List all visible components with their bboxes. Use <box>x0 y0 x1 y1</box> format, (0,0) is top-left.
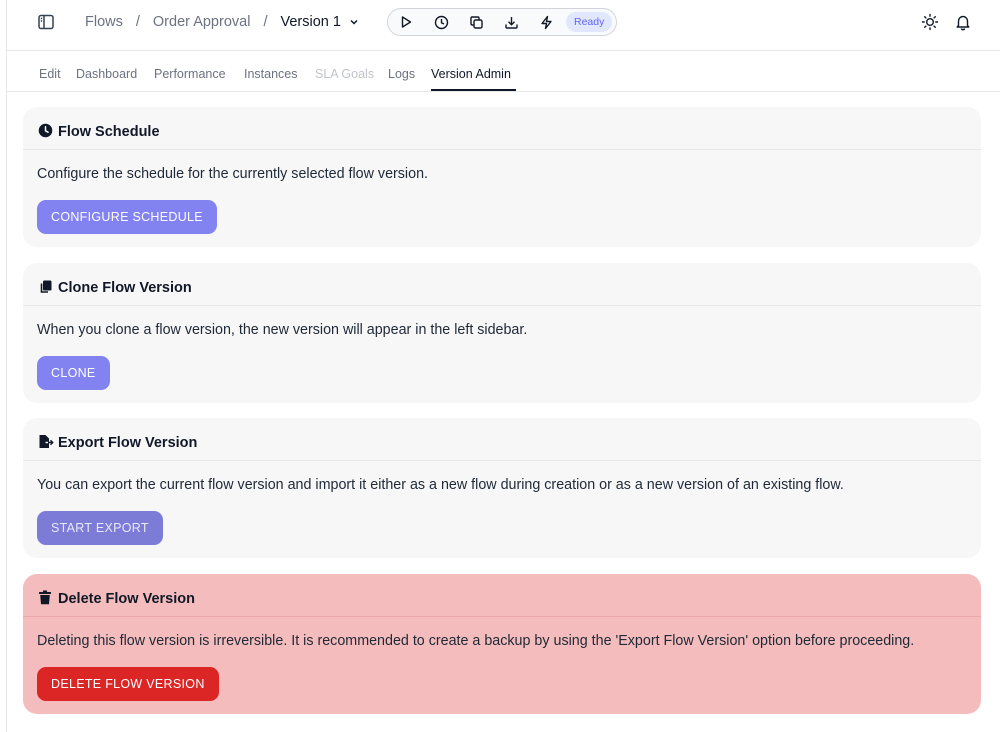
clone-button[interactable]: CLONE <box>37 356 110 390</box>
card-header: Delete Flow Version <box>23 574 981 617</box>
active-tab-indicator <box>431 89 516 91</box>
card-title: Clone Flow Version <box>58 280 192 296</box>
version-selector[interactable]: Version 1 <box>280 14 358 30</box>
tab-version-admin[interactable]: Version Admin <box>431 67 511 81</box>
delete-flow-version-card: Delete Flow Version Deleting this flow v… <box>23 574 981 714</box>
flow-toolbar: Ready <box>387 8 617 36</box>
card-header: Export Flow Version <box>23 418 981 461</box>
card-header: Clone Flow Version <box>23 263 981 306</box>
card-title: Flow Schedule <box>58 124 160 140</box>
card-description: Configure the schedule for the currently… <box>37 166 428 182</box>
copy-icon[interactable] <box>468 14 484 30</box>
lightning-icon[interactable] <box>538 14 554 30</box>
tab-sla-goals: SLA Goals <box>315 67 375 81</box>
flow-schedule-card: Flow Schedule Configure the schedule for… <box>23 107 981 247</box>
breadcrumb-separator: / <box>263 14 268 30</box>
breadcrumb: Flows / Order Approval / Version 1 <box>85 14 359 30</box>
version-selector-label: Version 1 <box>280 14 341 30</box>
play-icon[interactable] <box>398 14 414 30</box>
app-frame: Flows / Order Approval / Version 1 Ready… <box>6 0 1000 732</box>
breadcrumb-order-approval[interactable]: Order Approval <box>153 14 251 30</box>
card-description: You can export the current flow version … <box>37 477 844 493</box>
chevron-down-icon <box>350 19 358 25</box>
bell-icon[interactable] <box>954 13 972 31</box>
tab-performance[interactable]: Performance <box>154 67 226 81</box>
card-description: Deleting this flow version is irreversib… <box>37 633 915 649</box>
status-badge: Ready <box>566 12 613 32</box>
sidebar-toggle-icon[interactable] <box>37 13 55 31</box>
clock-icon <box>38 123 53 138</box>
export-flow-version-card: Export Flow Version You can export the c… <box>23 418 981 558</box>
tab-logs[interactable]: Logs <box>388 67 415 81</box>
card-description: When you clone a flow version, the new v… <box>37 322 528 338</box>
copy-icon <box>38 279 53 294</box>
download-icon[interactable] <box>503 14 519 30</box>
tab-instances[interactable]: Instances <box>244 67 298 81</box>
tab-dashboard[interactable]: Dashboard <box>76 67 137 81</box>
breadcrumb-separator: / <box>135 14 140 30</box>
trash-icon <box>38 590 53 605</box>
sun-icon[interactable] <box>921 13 939 31</box>
clone-flow-version-card: Clone Flow Version When you clone a flow… <box>23 263 981 403</box>
configure-schedule-button[interactable]: CONFIGURE SCHEDULE <box>37 200 217 234</box>
breadcrumb-flows[interactable]: Flows <box>85 14 123 30</box>
file-export-icon <box>38 434 54 449</box>
tab-edit[interactable]: Edit <box>39 67 61 81</box>
top-header: Flows / Order Approval / Version 1 Ready <box>7 0 1000 51</box>
tab-bar: Edit Dashboard Performance Instances SLA… <box>7 52 1000 92</box>
start-export-button[interactable]: START EXPORT <box>37 511 163 545</box>
card-title: Export Flow Version <box>58 435 198 451</box>
clock-icon[interactable] <box>433 14 449 30</box>
card-title: Delete Flow Version <box>58 591 195 607</box>
delete-flow-version-button[interactable]: DELETE FLOW VERSION <box>37 667 219 701</box>
card-header: Flow Schedule <box>23 107 981 150</box>
